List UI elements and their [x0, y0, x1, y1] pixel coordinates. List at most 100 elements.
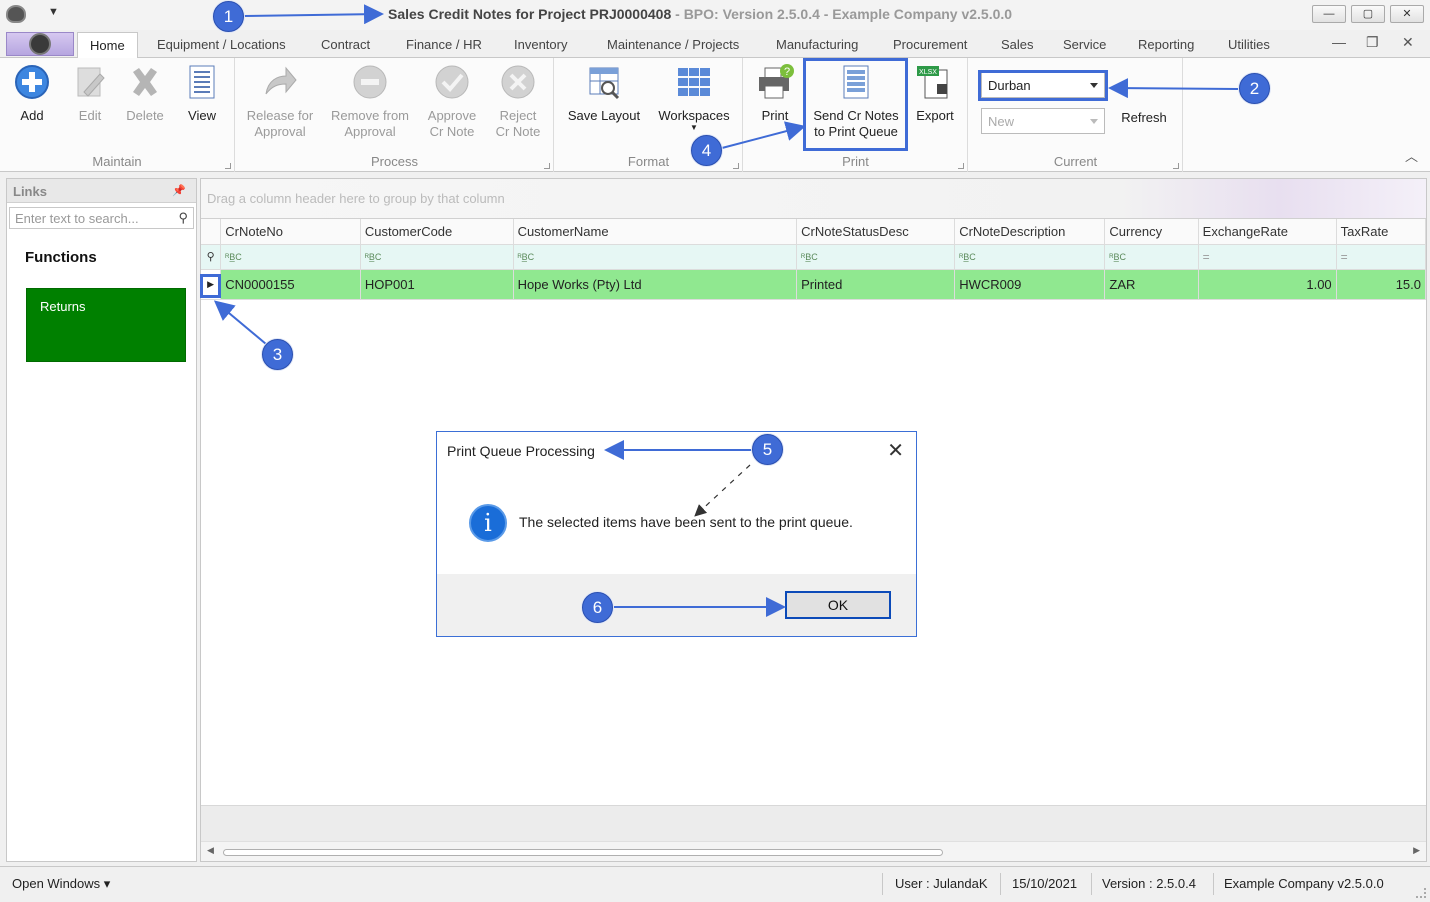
reject-cr-note-button[interactable]: Reject Cr Note	[490, 62, 546, 140]
column-header-customercode[interactable]: CustomerCode	[360, 219, 514, 245]
print-button[interactable]: ? Print	[754, 62, 796, 124]
cell-customername[interactable]: Hope Works (Pty) Ltd	[513, 269, 798, 300]
filter-cell-currency[interactable]: ᴿB̲C	[1104, 244, 1199, 270]
links-title: Links	[13, 184, 47, 199]
collapse-ribbon-icon[interactable]: ︿	[1405, 146, 1418, 165]
group-launcher-icon[interactable]	[733, 163, 739, 169]
filter-cell-customername[interactable]: ᴿB̲C	[513, 244, 798, 270]
chevron-down-icon	[1090, 83, 1098, 88]
filter-cell-crnoteno[interactable]: ᴿB̲C	[220, 244, 361, 270]
ribbon-group-maintain: Add Edit Delete View Maintain	[0, 58, 235, 172]
print-label: Print	[761, 108, 789, 123]
group-launcher-icon[interactable]	[225, 163, 231, 169]
column-header-currency[interactable]: Currency	[1104, 219, 1199, 245]
approve-cr-note-button[interactable]: Approve Cr Note	[422, 62, 482, 140]
group-by-panel[interactable]: Drag a column header here to group by th…	[201, 179, 1426, 219]
filter-cell-crnotedescription[interactable]: ᴿB̲C	[954, 244, 1106, 270]
close-button[interactable]: ✕	[1390, 5, 1424, 23]
search-icon[interactable]: ⚲	[178, 210, 188, 226]
ribbon-restore-icon[interactable]: ❐	[1366, 34, 1379, 51]
scroll-right-icon[interactable]: ▶	[1413, 845, 1420, 856]
add-button[interactable]: Add	[12, 62, 52, 124]
tab-manufacturing[interactable]: Manufacturing	[776, 37, 858, 52]
workspaces-dropdown-icon[interactable]: ▼	[655, 124, 733, 132]
cell-currency[interactable]: ZAR	[1104, 269, 1199, 300]
view-button[interactable]: View	[182, 62, 222, 124]
save-layout-label: Save Layout	[567, 108, 641, 123]
table-row[interactable]: ▶ CN0000155 HOP001 Hope Works (Pty) Ltd …	[201, 269, 1426, 300]
ok-button[interactable]: OK	[785, 591, 891, 619]
tab-reporting[interactable]: Reporting	[1138, 37, 1194, 52]
refresh-button[interactable]: Refresh	[1115, 110, 1173, 126]
group-launcher-icon[interactable]	[544, 163, 550, 169]
group-launcher-icon[interactable]	[1173, 163, 1179, 169]
app-logo-icon[interactable]	[6, 5, 26, 23]
printer-icon: ?	[759, 64, 794, 99]
tab-utilities[interactable]: Utilities	[1228, 37, 1270, 52]
column-header-exchangerate[interactable]: ExchangeRate	[1198, 219, 1337, 245]
remove-label-line1: Remove from	[330, 108, 410, 123]
functions-title: Functions	[25, 249, 97, 266]
scrollbar-thumb[interactable]	[223, 849, 943, 856]
workspaces-button[interactable]: Workspaces ▼	[655, 62, 733, 132]
ribbon-close-icon[interactable]: ✕	[1402, 34, 1414, 51]
cell-crnotestatusdesc[interactable]: Printed	[796, 269, 956, 300]
reject-label-line1: Reject	[499, 108, 537, 123]
cell-taxrate[interactable]: 15.0	[1336, 269, 1426, 300]
status-separator	[882, 873, 883, 895]
column-header-crnoteno[interactable]: CrNoteNo	[220, 219, 361, 245]
tab-maintenance-projects[interactable]: Maintenance / Projects	[607, 37, 739, 52]
quick-access-dropdown-icon[interactable]: ▼	[48, 6, 59, 18]
save-layout-button[interactable]: Save Layout	[563, 62, 645, 124]
remove-from-approval-button[interactable]: Remove from Approval	[328, 62, 412, 140]
ribbon-minimize-icon[interactable]: —	[1332, 34, 1346, 50]
delete-button[interactable]: Delete	[122, 62, 168, 124]
column-header-customername[interactable]: CustomerName	[513, 219, 798, 245]
resize-grip-icon[interactable]	[1416, 888, 1426, 898]
export-button[interactable]: XLSX Export	[912, 62, 958, 124]
tab-home[interactable]: Home	[77, 32, 138, 59]
approve-label-line1: Approve	[427, 108, 477, 123]
refresh-label: Refresh	[1121, 110, 1167, 125]
send-to-print-queue-button[interactable]: Send Cr Notes to Print Queue	[806, 62, 906, 140]
application-menu-button[interactable]	[6, 32, 74, 56]
horizontal-scrollbar[interactable]: ◀ ▶	[201, 841, 1426, 861]
returns-tile[interactable]: Returns	[26, 288, 186, 362]
workspaces-icon	[678, 68, 710, 96]
cell-crnoteno[interactable]: CN0000155	[220, 269, 361, 300]
tab-contract[interactable]: Contract	[321, 37, 370, 52]
tab-equipment-locations[interactable]: Equipment / Locations	[157, 37, 286, 52]
tab-service[interactable]: Service	[1063, 37, 1106, 52]
tab-inventory[interactable]: Inventory	[514, 37, 567, 52]
release-for-approval-button[interactable]: Release for Approval	[244, 62, 316, 140]
status-select[interactable]: New	[981, 108, 1105, 134]
filter-cell-exchangerate[interactable]: =	[1198, 244, 1337, 270]
restore-button[interactable]: ▢	[1351, 5, 1385, 23]
tab-procurement[interactable]: Procurement	[893, 37, 967, 52]
status-user: User : JulandaK	[895, 876, 988, 891]
column-header-crnotestatusdesc[interactable]: CrNoteStatusDesc	[796, 219, 956, 245]
tab-sales[interactable]: Sales	[1001, 37, 1034, 52]
edit-button[interactable]: Edit	[70, 62, 110, 124]
app-logo-icon	[29, 33, 51, 55]
links-search-input[interactable]: Enter text to search... ⚲	[9, 207, 194, 229]
window-title: Sales Credit Notes for Project PRJ000040…	[388, 6, 1012, 22]
dialog-close-icon[interactable]: ✕	[887, 438, 904, 463]
column-header-taxrate[interactable]: TaxRate	[1336, 219, 1426, 245]
cell-exchangerate[interactable]: 1.00	[1198, 269, 1337, 300]
cell-customercode[interactable]: HOP001	[360, 269, 514, 300]
minimize-button[interactable]: —	[1312, 5, 1346, 23]
pin-icon[interactable]: 📌	[172, 184, 186, 197]
cell-crnotedescription[interactable]: HWCR009	[954, 269, 1106, 300]
column-header-crnotedescription[interactable]: CrNoteDescription	[954, 219, 1106, 245]
ribbon-group-format: Save Layout Workspaces ▼ Format	[555, 58, 743, 172]
scroll-left-icon[interactable]: ◀	[207, 845, 214, 856]
site-select[interactable]: Durban	[981, 72, 1105, 98]
filter-cell-customercode[interactable]: ᴿB̲C	[360, 244, 514, 270]
row-indicator-icon[interactable]: ▶	[201, 269, 222, 300]
filter-cell-crnotestatusdesc[interactable]: ᴿB̲C	[796, 244, 956, 270]
filter-cell-taxrate[interactable]: =	[1336, 244, 1426, 270]
group-launcher-icon[interactable]	[958, 163, 964, 169]
open-windows-menu[interactable]: Open Windows ▾	[12, 876, 110, 892]
tab-finance-hr[interactable]: Finance / HR	[406, 37, 482, 52]
